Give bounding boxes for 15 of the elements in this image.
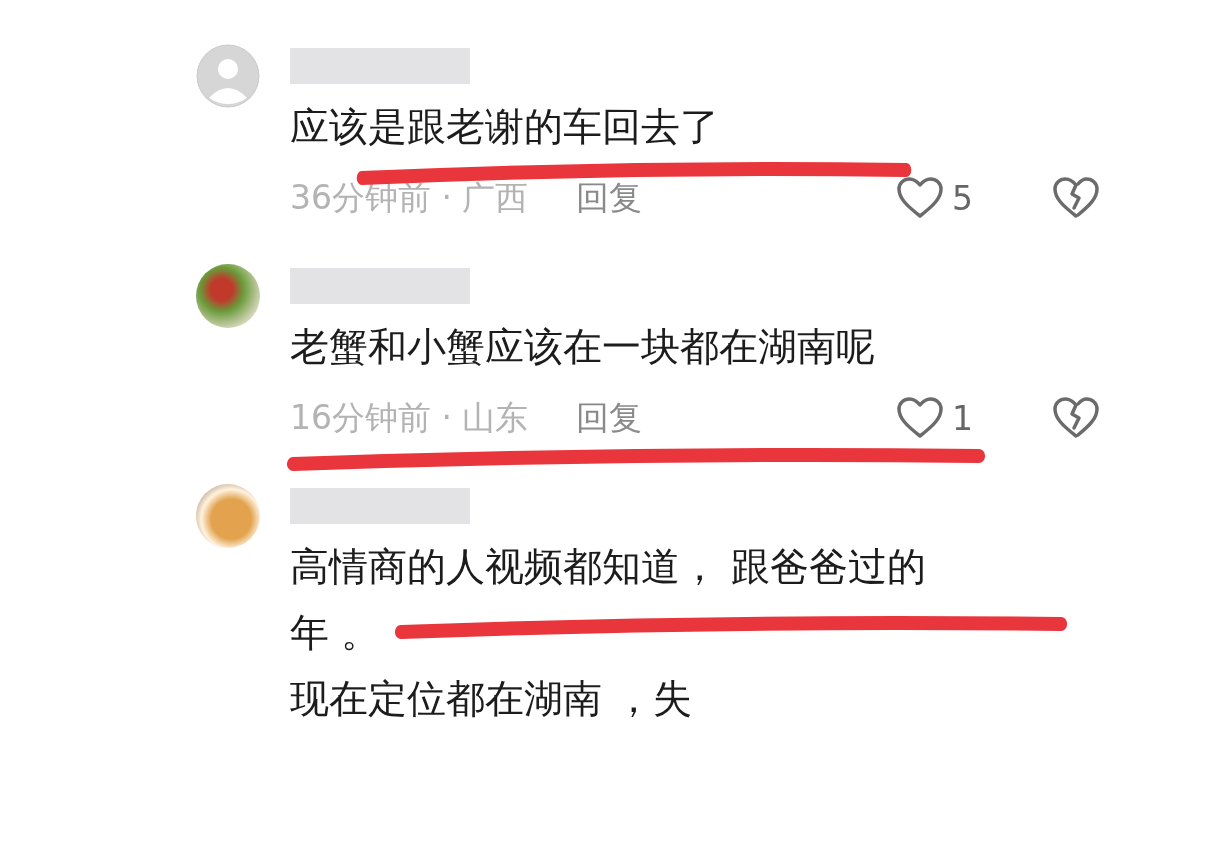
- comment-text: 高情商的人视频都知道， 跟爸爸过的: [290, 543, 927, 591]
- comment-text: 现在定位都在湖南 ，失: [290, 675, 693, 723]
- comment-text: 老蟹和小蟹应该在一块都在湖南呢: [290, 323, 875, 371]
- comment-time-location: 16分钟前 · 山东: [290, 396, 529, 439]
- like-count: 1: [952, 398, 974, 438]
- like-heart-icon[interactable]: [896, 396, 944, 440]
- like-count: 5: [952, 178, 974, 218]
- comment-text: 应该是跟老谢的车回去了: [290, 103, 719, 151]
- comment-time-location: 36分钟前 · 广西: [290, 176, 529, 219]
- like-heart-icon[interactable]: [896, 176, 944, 220]
- broken-heart-icon[interactable]: [1052, 176, 1100, 220]
- reply-link[interactable]: 回复: [576, 175, 643, 221]
- reply-link[interactable]: 回复: [576, 395, 643, 441]
- comment-text: 年 。: [290, 609, 381, 657]
- broken-heart-icon[interactable]: [1052, 396, 1100, 440]
